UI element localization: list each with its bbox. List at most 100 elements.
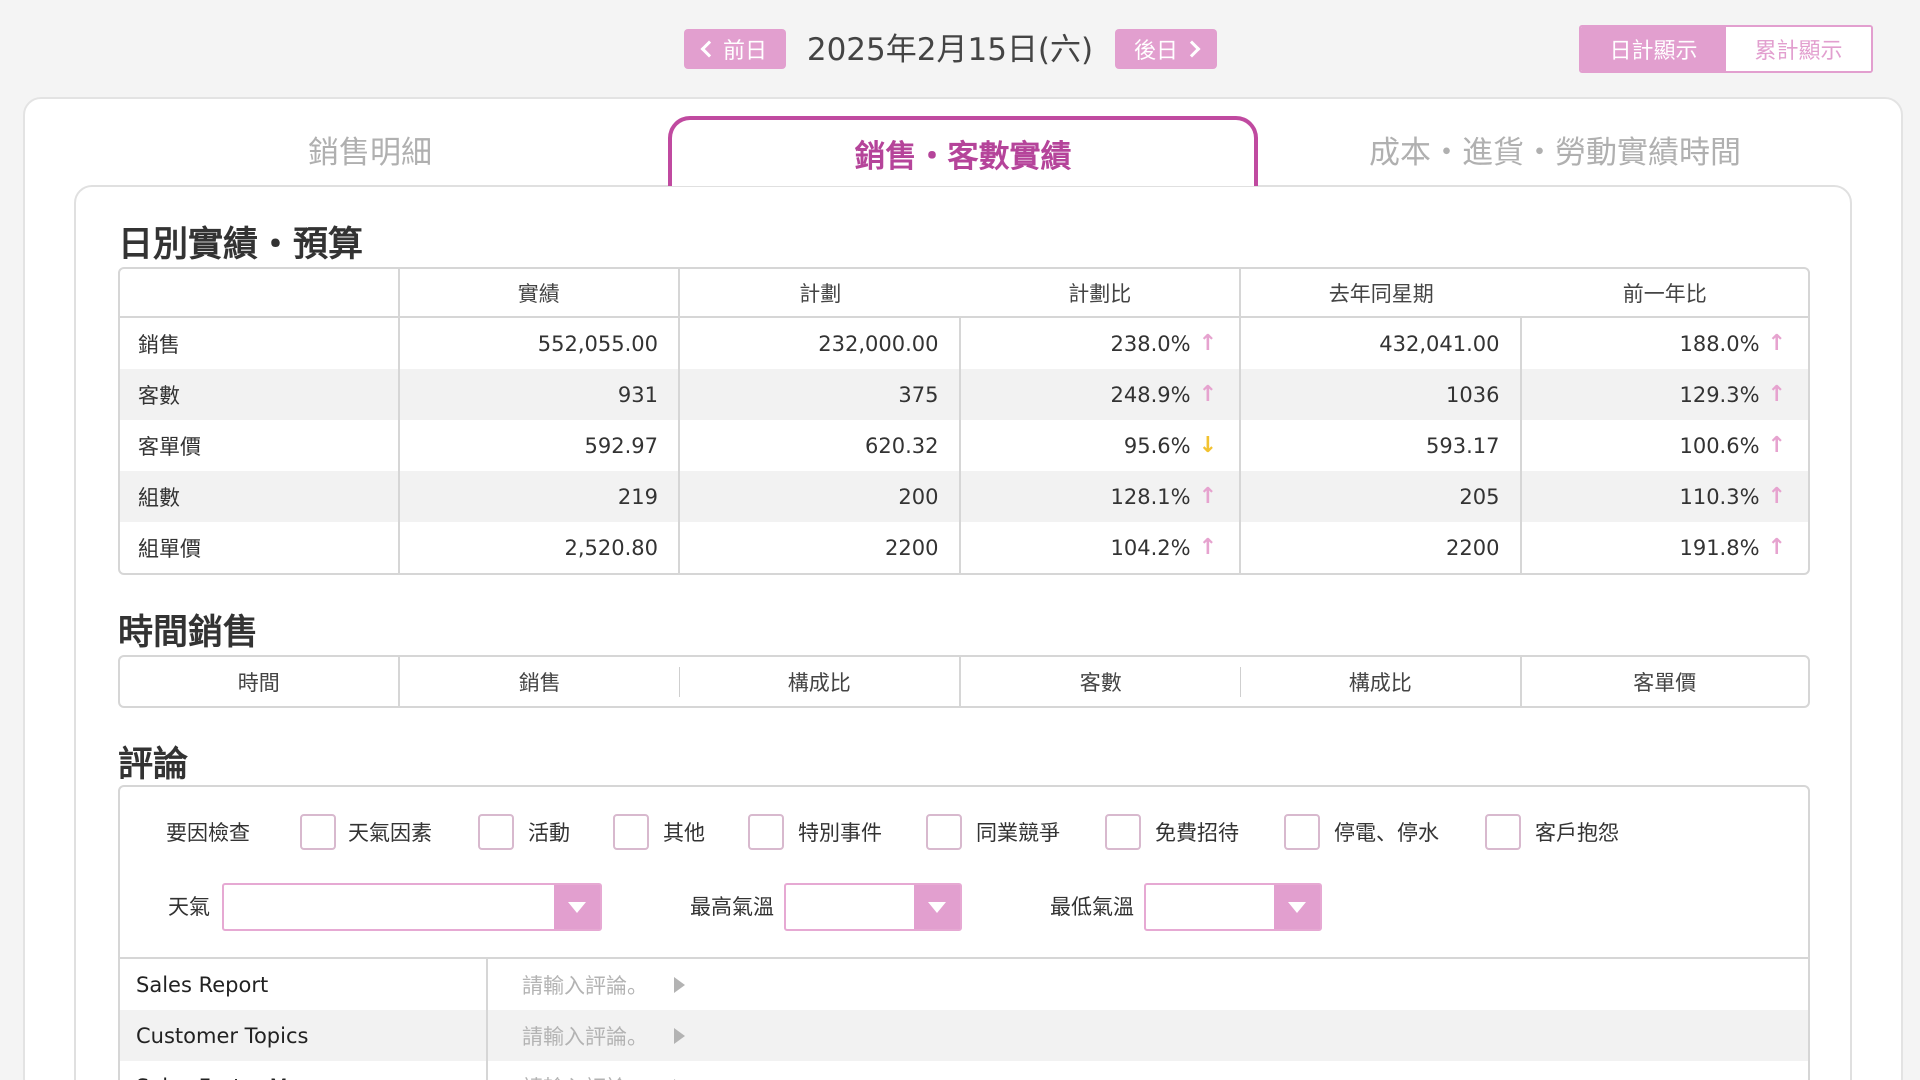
checkbox-event[interactable] [478, 814, 514, 850]
row-label: 組數 [120, 471, 400, 522]
checkbox-outage[interactable] [1284, 814, 1320, 850]
last-year-value: 205 [1241, 471, 1522, 522]
plan-ratio-text: 248.9% [1110, 382, 1191, 407]
yoy-value: 110.3% ↑ [1522, 471, 1808, 522]
comment-input[interactable]: 請輸入評論。 [488, 1061, 1808, 1080]
comment-row: Sales Report 請輸入評論。 [120, 959, 1808, 1010]
daily-table: 實績 計劃 計劃比 去年同星期 前一年比 銷售 552,055.00 232,0… [118, 267, 1810, 575]
row-label: 組單價 [120, 522, 400, 573]
low-temp-select[interactable] [1144, 883, 1322, 931]
yoy-value: 129.3% ↑ [1522, 369, 1808, 420]
row-label: 客數 [120, 369, 400, 420]
actual-value: 2,520.80 [400, 522, 680, 573]
checkbox-label: 停電、停水 [1334, 821, 1439, 845]
arrow-up-icon: ↑ [1198, 382, 1217, 407]
last-year-value: 2200 [1241, 522, 1522, 573]
cumulative-display-button[interactable]: 累計顯示 [1726, 27, 1871, 71]
checkbox-special-event[interactable] [748, 814, 784, 850]
arrow-up-icon: ↑ [1767, 535, 1786, 560]
arrow-up-icon: ↑ [1767, 433, 1786, 458]
yoy-text: 188.0% [1679, 331, 1760, 356]
plan-ratio-text: 95.6% [1123, 433, 1191, 458]
weather-select[interactable] [222, 883, 602, 931]
yoy-value: 100.6% ↑ [1522, 420, 1808, 471]
plan-ratio-value: 104.2% ↑ [961, 522, 1241, 573]
daily-display-button[interactable]: 日計顯示 [1581, 27, 1726, 71]
weather-row: 天氣 最高氣溫 最低氣溫 [120, 883, 1808, 931]
plan-ratio-value: 248.9% ↑ [961, 369, 1241, 420]
yoy-value: 188.0% ↑ [1522, 318, 1808, 369]
current-date: 2025年2月15日(六) [806, 32, 1094, 68]
arrow-up-icon: ↑ [1198, 535, 1217, 560]
table-header-row: 實績 計劃 計劃比 去年同星期 前一年比 [120, 269, 1808, 318]
comment-placeholder: 請輸入評論。 [522, 973, 648, 998]
plan-value: 375 [680, 369, 961, 420]
tab-cost-labor[interactable]: 成本・進貨・勞動實績時間 [1240, 116, 1870, 186]
dropdown-button[interactable] [1274, 885, 1320, 929]
dropdown-button[interactable] [554, 885, 600, 929]
row-label: 銷售 [120, 318, 400, 369]
hourly-section-title: 時間銷售 [118, 613, 259, 653]
play-icon [674, 1027, 685, 1044]
row-label: 客單價 [120, 420, 400, 471]
checkbox-label: 活動 [528, 821, 570, 845]
high-temp-select[interactable] [784, 883, 962, 931]
table-row: 客數 931 375 248.9% ↑ 1036 129.3% ↑ [120, 369, 1808, 420]
checkbox-label: 同業競爭 [976, 821, 1060, 845]
comment-input[interactable]: 請輸入評論。 [488, 959, 1808, 1010]
plan-value: 2200 [680, 522, 961, 573]
last-year-value: 432,041.00 [1241, 318, 1522, 369]
plan-ratio-value: 128.1% ↑ [961, 471, 1241, 522]
checkbox-complaint[interactable] [1485, 814, 1521, 850]
comment-input[interactable]: 請輸入評論。 [488, 1010, 1808, 1061]
plan-ratio-value: 95.6% ↓ [961, 420, 1241, 471]
comment-row-label: Sales Factor Memo [120, 1061, 488, 1080]
col-actual: 實績 [400, 269, 681, 316]
chevron-right-icon [1183, 40, 1201, 58]
comment-row-label: Customer Topics [120, 1010, 488, 1061]
arrow-down-icon: ↓ [1198, 433, 1217, 458]
prev-day-button[interactable]: 前日 [684, 29, 786, 69]
next-day-button[interactable]: 後日 [1115, 29, 1217, 69]
last-year-value: 1036 [1241, 369, 1522, 420]
table-row: 組單價 2,520.80 2200 104.2% ↑ 2200 191.8% ↑ [120, 522, 1808, 573]
last-year-value: 593.17 [1241, 420, 1522, 471]
arrow-up-icon: ↑ [1767, 484, 1786, 509]
col-sales-share: 構成比 [680, 657, 961, 706]
chevron-left-icon [700, 40, 718, 58]
col-avg-spend: 客單價 [1633, 670, 1697, 695]
plan-ratio-text: 238.0% [1110, 331, 1191, 356]
dropdown-button[interactable] [914, 885, 960, 929]
checkbox-other[interactable] [613, 814, 649, 850]
arrow-up-icon: ↑ [1767, 331, 1786, 356]
plan-value: 200 [680, 471, 961, 522]
col-yoy: 前一年比 [1622, 281, 1707, 306]
col-last-year: 去年同星期 [1328, 281, 1434, 306]
factor-check-label: 要因檢查 [166, 821, 250, 845]
yoy-text: 110.3% [1679, 484, 1760, 509]
comment-row: Customer Topics 請輸入評論。 [120, 1010, 1808, 1061]
tab-sales-customers[interactable]: 銷售・客數實績 [668, 116, 1258, 186]
comment-placeholder: 請輸入評論。 [522, 1024, 648, 1049]
daily-section-title: 日別實績・預算 [118, 225, 364, 265]
table-header-blank [120, 269, 400, 316]
table-row: 組數 219 200 128.1% ↑ 205 110.3% ↑ [120, 471, 1808, 522]
col-customers: 客數 [961, 657, 1242, 706]
comment-placeholder: 請輸入評論。 [522, 1072, 648, 1080]
col-time: 時間 [120, 657, 400, 706]
checkbox-competition[interactable] [926, 814, 962, 850]
yoy-text: 129.3% [1679, 382, 1760, 407]
plan-ratio-text: 128.1% [1110, 484, 1191, 509]
actual-value: 552,055.00 [400, 318, 680, 369]
checkbox-label: 特別事件 [798, 821, 882, 845]
display-mode-toggle: 日計顯示 累計顯示 [1579, 25, 1873, 73]
checkbox-complimentary[interactable] [1105, 814, 1141, 850]
table-header-row: 時間 銷售 構成比 客數 構成比 客單價 [120, 657, 1808, 706]
yoy-text: 100.6% [1679, 433, 1760, 458]
comment-row-label: Sales Report [120, 959, 488, 1010]
tab-sales-detail[interactable]: 銷售明細 [120, 116, 620, 186]
checkbox-weather[interactable] [300, 814, 336, 850]
arrow-up-icon: ↑ [1198, 484, 1217, 509]
checkbox-label: 天氣因素 [348, 821, 432, 845]
col-sales: 銷售 [400, 657, 681, 706]
